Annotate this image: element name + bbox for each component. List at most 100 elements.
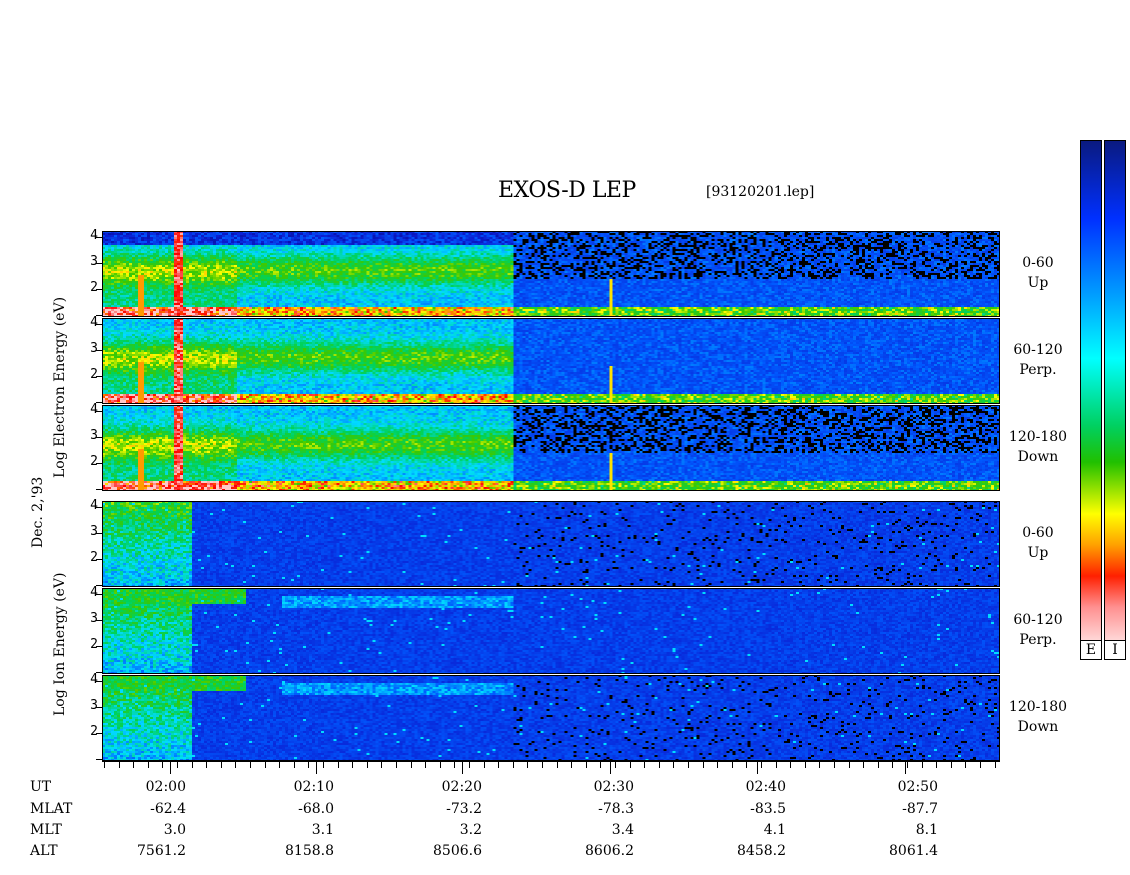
orbit-cell-mlat: -83.5 bbox=[750, 801, 786, 817]
x-tick-mark bbox=[732, 762, 733, 768]
x-tick-mark bbox=[235, 762, 236, 768]
x-tick-mark bbox=[162, 762, 163, 768]
x-tick-mark bbox=[148, 762, 149, 768]
y-tick-mark bbox=[96, 594, 102, 595]
x-tick-mark bbox=[440, 762, 441, 768]
y-tick-label: 2 bbox=[90, 280, 98, 295]
x-tick-major bbox=[316, 762, 317, 774]
x-tick-mark bbox=[352, 762, 353, 768]
x-tick-mark bbox=[586, 762, 587, 768]
x-tick-mark bbox=[965, 762, 966, 768]
pitch-direction: Perp. bbox=[1019, 362, 1057, 378]
y-tick-mark bbox=[96, 411, 102, 412]
x-tick-mark bbox=[294, 762, 295, 768]
x-tick-mark bbox=[133, 762, 134, 768]
x-tick-mark bbox=[542, 762, 543, 768]
orbit-cell-mlt: 3.4 bbox=[611, 822, 634, 838]
x-tick-mark bbox=[279, 762, 280, 768]
x-tick-mark bbox=[206, 762, 207, 768]
x-tick-mark bbox=[907, 762, 908, 768]
x-tick-mark bbox=[484, 762, 485, 768]
spectrogram-image bbox=[102, 675, 1000, 761]
y-tick-label: 2 bbox=[90, 550, 98, 565]
x-tick-major bbox=[170, 762, 171, 774]
electron-panel-3 bbox=[102, 405, 1000, 491]
pitch-range: 120-180 bbox=[1008, 429, 1068, 445]
orbit-cell-mlat: -73.2 bbox=[446, 801, 482, 817]
x-tick-mark bbox=[396, 762, 397, 768]
orbit-cell-ut: 02:20 bbox=[441, 779, 482, 795]
y-tick-label: 3 bbox=[90, 254, 98, 269]
y-tick-mark bbox=[96, 559, 102, 560]
spectrogram-image bbox=[102, 318, 1000, 404]
colorbar-label-i: I bbox=[1104, 640, 1126, 660]
orbit-row-label: UT bbox=[30, 779, 52, 795]
x-tick-major bbox=[905, 762, 906, 774]
y-tick-label: 2 bbox=[90, 724, 98, 739]
x-tick-mark bbox=[790, 762, 791, 768]
x-tick-mark bbox=[119, 762, 120, 768]
y-tick-mark bbox=[96, 237, 102, 238]
spectrogram-image bbox=[102, 231, 1000, 317]
x-axis bbox=[102, 760, 1000, 762]
y-tick-label: 4 bbox=[90, 315, 98, 330]
y-tick-label: 4 bbox=[90, 585, 98, 600]
x-tick-mark bbox=[936, 762, 937, 768]
y-tick-label: 3 bbox=[90, 524, 98, 539]
y-tick-mark bbox=[96, 707, 102, 708]
y-tick-label: 2 bbox=[90, 454, 98, 469]
x-tick-mark bbox=[323, 762, 324, 768]
x-tick-mark bbox=[177, 762, 178, 768]
ion-panel-2 bbox=[102, 588, 1000, 674]
file-name: [93120201.lep] bbox=[706, 184, 815, 200]
spectrogram-image bbox=[102, 588, 1000, 674]
y-tick-mark bbox=[96, 263, 102, 264]
orbit-cell-mlat: -87.7 bbox=[902, 801, 938, 817]
spectrogram-image bbox=[102, 405, 1000, 491]
x-tick-mark bbox=[527, 762, 528, 768]
y-tick-mark bbox=[96, 463, 102, 464]
y-tick-label: 3 bbox=[90, 611, 98, 626]
x-tick-mark bbox=[703, 762, 704, 768]
y-tick-mark bbox=[96, 376, 102, 377]
x-tick-mark bbox=[104, 762, 105, 768]
ion-panel-3 bbox=[102, 675, 1000, 761]
x-tick-mark bbox=[951, 762, 952, 768]
y-tick-mark bbox=[96, 289, 102, 290]
pitch-angle-label: 120-180 Down bbox=[1008, 697, 1068, 737]
orbit-cell-alt: 8061.4 bbox=[889, 843, 938, 859]
pitch-direction: Up bbox=[1027, 545, 1049, 561]
orbit-row-label: MLT bbox=[30, 822, 62, 838]
electron-ylabel: Log Electron Energy (eV) bbox=[52, 296, 68, 478]
y-tick-mark bbox=[96, 646, 102, 647]
orbit-cell-ut: 02:00 bbox=[145, 779, 186, 795]
x-tick-mark bbox=[557, 762, 558, 768]
x-tick-mark bbox=[454, 762, 455, 768]
x-tick-mark bbox=[673, 762, 674, 768]
x-tick-mark bbox=[834, 762, 835, 768]
x-tick-mark bbox=[805, 762, 806, 768]
colorbar-electron bbox=[1080, 140, 1102, 660]
y-tick-mark bbox=[96, 681, 102, 682]
x-tick-mark bbox=[250, 762, 251, 768]
y-tick-label: 4 bbox=[90, 672, 98, 687]
x-tick-mark bbox=[192, 762, 193, 768]
pitch-range: 60-120 bbox=[1013, 342, 1063, 358]
orbit-cell-alt: 7561.2 bbox=[137, 843, 186, 859]
orbit-cell-ut: 02:10 bbox=[293, 779, 334, 795]
pitch-angle-label: 0-60 Up bbox=[1008, 253, 1068, 293]
electron-panel-2 bbox=[102, 318, 1000, 404]
pitch-angle-label: 60-120 Perp. bbox=[1008, 610, 1068, 650]
x-tick-mark bbox=[411, 762, 412, 768]
date-label: Dec. 2,'93 bbox=[30, 476, 46, 548]
orbit-cell-mlt: 3.1 bbox=[311, 822, 334, 838]
x-tick-mark bbox=[717, 762, 718, 768]
x-tick-mark bbox=[849, 762, 850, 768]
x-tick-mark bbox=[644, 762, 645, 768]
x-tick-mark bbox=[688, 762, 689, 768]
colorbar-label-e: E bbox=[1080, 640, 1102, 660]
y-tick-label: 4 bbox=[90, 498, 98, 513]
x-tick-mark bbox=[469, 762, 470, 768]
orbit-cell-ut: 02:30 bbox=[593, 779, 634, 795]
pitch-range: 120-180 bbox=[1008, 699, 1068, 715]
